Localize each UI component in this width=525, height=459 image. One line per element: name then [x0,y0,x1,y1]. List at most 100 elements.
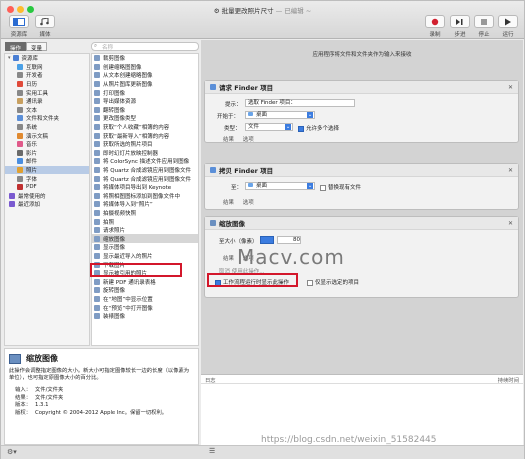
action-item[interactable]: 新建 PDF 通讯录表格 [92,277,198,286]
media-button[interactable] [35,15,55,28]
results-tab[interactable]: 结果 [223,137,234,143]
library-item[interactable]: 系统 [5,123,89,132]
close-card-icon[interactable]: ✕ [508,84,513,91]
action-item-label: 获取所选的照片项目 [103,142,153,149]
library-item-label: 实用工具 [26,90,49,97]
record-button[interactable] [425,15,445,28]
action-item[interactable]: 打印图像 [92,88,198,97]
action-item[interactable]: 拍摄视频快照 [92,209,198,218]
action-item[interactable]: 缩放图像 [92,234,198,244]
close-card-icon[interactable]: ✕ [508,167,513,174]
action-item[interactable]: 请求照片 [92,226,198,235]
start-at-label: 开始于： [217,114,240,120]
action-item[interactable]: 显示最近导入的照片 [92,252,198,261]
library-item[interactable]: 通讯录 [5,97,89,106]
library-toggle-button[interactable] [9,15,29,28]
action-item[interactable]: 从照片图库更新图像 [92,80,198,89]
library-item[interactable]: 实用工具 [5,88,89,97]
action-item[interactable]: 显示图像 [92,243,198,252]
to-select[interactable]: 桌面 ⌄ [245,182,315,190]
library-item[interactable]: 日历 [5,80,89,89]
library-item[interactable]: 音乐 [5,140,89,149]
action-item[interactable]: 将 Quartz 合成滤镜应用到图像文件 [92,174,198,183]
action-item[interactable]: 更改图像类型 [92,114,198,123]
stop-button[interactable] [474,15,494,28]
action-icon [94,218,100,225]
action-item[interactable]: 拍照 [92,217,198,226]
start-at-select[interactable]: 桌面 ⌄ [245,111,315,119]
action-item[interactable]: 裁剪图像 [92,54,198,63]
type-select[interactable]: 文件 ⌄ [245,123,293,131]
disclosure-icon[interactable]: ▾ [8,55,11,61]
workflow-area[interactable]: 应用程序将文件和文件夹作为输入来接收 请求 Finder 项目 ✕ 提示： 选取… [201,40,523,445]
prompt-field[interactable]: 选取 Finder 项目： [245,99,355,107]
action-item[interactable]: 从文本创建缩略图像 [92,71,198,80]
library-item[interactable]: 文本 [5,106,89,115]
action-item[interactable]: 获取“最新导入”相簿的内容 [92,131,198,140]
allow-multiple-checkbox[interactable]: 允许多个选择 [298,124,339,132]
action-item-label: 在“预览”中打开图像 [103,305,153,312]
library-item[interactable]: 开发者 [5,71,89,80]
action-item[interactable]: 装裱图像 [92,312,198,321]
tab-variables[interactable]: 变量 [26,42,48,52]
action-item[interactable]: 将 Quartz 合成滤镜应用到图像文件 [92,166,198,175]
action-item-label: 打印图像 [103,90,126,97]
library-item-label: 系统 [26,125,38,132]
action-item[interactable]: 将媒体项目导出到 Keynote [92,183,198,192]
library-item[interactable]: ▾ 资源库 [5,54,89,63]
library-item[interactable]: 文件和文件夹 [5,114,89,123]
action-item[interactable]: 将媒体导入到“照片” [92,200,198,209]
library-item[interactable]: 照片 [5,165,89,175]
action-item[interactable]: 获取所选的照片项目 [92,140,198,149]
show-selected-items-checkbox[interactable]: 仅显示选定的项目 [307,278,359,286]
action-icon [94,227,100,234]
library-item[interactable]: PDF [5,183,89,192]
library-item[interactable]: 最常使用的 [5,192,89,201]
run-button[interactable] [498,15,518,28]
action-item[interactable]: 导出媒体资源 [92,97,198,106]
gear-icon[interactable]: ⚙▾ [7,448,17,456]
library-item[interactable]: 最近添加 [5,200,89,209]
action-icon [94,235,100,242]
action-list[interactable]: 裁剪图像 创建缩略图图像 从文本创建缩略图像 从照片图库更新图像 打印图像 导出媒体资源翻… [91,53,199,346]
library-item[interactable]: 互联网 [5,63,89,72]
checkbox-checked-icon [298,125,304,132]
library-item-label: 通讯录 [26,99,43,106]
ask-finder-items-card[interactable]: 请求 Finder 项目 ✕ 提示： 选取 Finder 项目： 开始于： 桌面… [204,80,519,143]
copy-finder-items-card[interactable]: 拷贝 Finder 项目 ✕ 至： 桌面 ⌄ 替换现有文件 结果 选项 [204,163,519,210]
library-item-label: PDF [26,184,37,191]
action-icon [94,287,100,294]
replace-existing-checkbox[interactable]: 替换现有文件 [320,183,361,191]
library-item[interactable]: 影片 [5,149,89,158]
list-view-icon[interactable]: ☰ [209,447,215,455]
action-item[interactable]: 创建缩略图图像 [92,63,198,72]
library-item[interactable]: 演示文稿 [5,131,89,140]
action-icon [94,124,100,131]
size-field[interactable]: 80 [277,236,301,244]
options-tab[interactable]: 选项 [243,200,254,206]
action-item[interactable]: 即时幻灯片放映控制器 [92,149,198,158]
action-item-label: 新建 PDF 通讯录表格 [103,279,156,286]
library-item[interactable]: 字体 [5,174,89,183]
close-card-icon[interactable]: ✕ [508,220,513,227]
action-item-label: 缩放图像 [103,236,126,243]
action-item[interactable]: 旋转图像 [92,286,198,295]
size-mode-select[interactable] [260,236,274,244]
action-search-input[interactable]: ⌕ 名称 [91,42,199,51]
step-button[interactable] [450,15,470,28]
results-tab[interactable]: 结果 [223,200,234,206]
library-list[interactable]: ▾ 资源库 互联网 开发者 日历 实用工具通讯录 文本 文件和文件夹系统 演示文稿 音乐 影片 邮件照… [4,53,90,346]
action-item[interactable]: 获取“个人收藏”相簿的内容 [92,123,198,132]
action-icon [94,149,100,156]
library-item[interactable]: 邮件 [5,157,89,166]
action-item[interactable]: 将照相图图标添加到图像文件中 [92,192,198,201]
options-tab[interactable]: 选项 [243,137,254,143]
action-item[interactable]: 将 ColorSync 描述文件应用到图像 [92,157,198,166]
action-item[interactable]: 在“地图”中显示位置 [92,295,198,304]
action-item[interactable]: 在“预览”中打开图像 [92,303,198,312]
action-item[interactable]: 翻转图像 [92,106,198,115]
tab-actions[interactable]: 操作 [5,42,27,52]
bottom-bar: ⚙▾ ☰ [1,445,524,459]
results-tab[interactable]: 结果 [223,256,234,262]
library-item-label: 邮件 [26,159,38,166]
